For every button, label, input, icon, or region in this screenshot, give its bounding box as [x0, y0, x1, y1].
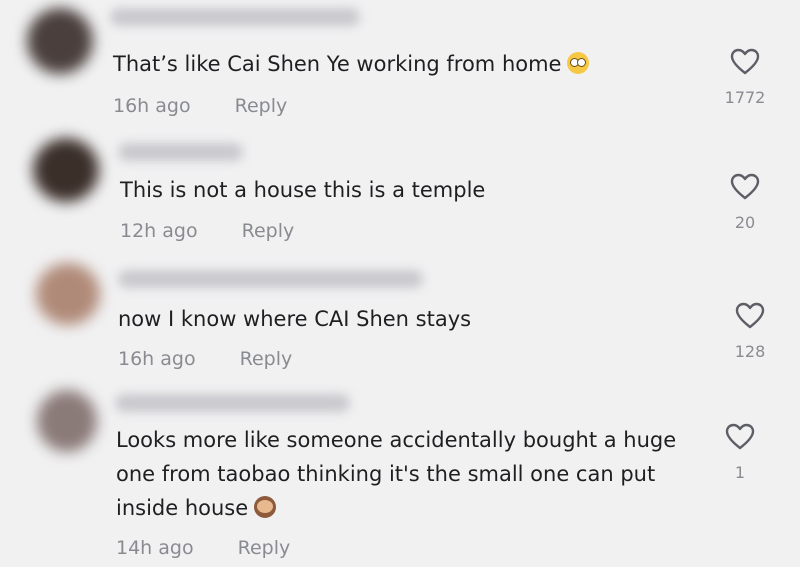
- comment-text-line-with-emoji: inside house: [116, 491, 676, 525]
- heart-outline-icon[interactable]: [725, 423, 755, 451]
- heart-outline-icon[interactable]: [730, 173, 760, 201]
- comment-text-line: Looks more like someone accidentally bou…: [116, 428, 677, 452]
- comment-text: That’s like Cai Shen Ye working from hom…: [113, 47, 590, 81]
- comment-meta: 16h ago Reply: [118, 348, 336, 370]
- comment-item: This is not a house this is a temple 12h…: [0, 130, 800, 255]
- comment-item: Looks more like someone accidentally bou…: [0, 380, 800, 567]
- comment-item: That’s like Cai Shen Ye working from hom…: [0, 0, 800, 130]
- like-count: 1: [734, 463, 746, 482]
- reply-button[interactable]: Reply: [240, 348, 293, 370]
- avatar[interactable]: [36, 263, 100, 325]
- comment-text: now I know where CAI Shen stays: [118, 302, 471, 336]
- like-count: 128: [734, 342, 766, 361]
- comment-time: 16h ago: [118, 348, 196, 370]
- username-blurred[interactable]: [118, 270, 423, 288]
- reply-button[interactable]: Reply: [242, 220, 295, 242]
- heart-outline-icon[interactable]: [730, 48, 760, 76]
- heart-outline-icon[interactable]: [735, 302, 765, 330]
- comment-text-content: now I know where CAI Shen stays: [118, 307, 472, 331]
- see-no-evil-monkey-emoji-icon: [254, 496, 277, 518]
- comment-text-content: That’s like Cai Shen Ye working from hom…: [113, 52, 562, 76]
- like-count: 1772: [724, 88, 766, 107]
- comment-time: 12h ago: [120, 220, 198, 242]
- username-blurred[interactable]: [118, 143, 243, 161]
- reply-button[interactable]: Reply: [238, 537, 291, 559]
- username-blurred[interactable]: [110, 8, 360, 26]
- comment-time: 16h ago: [113, 95, 191, 117]
- avatar[interactable]: [27, 8, 93, 74]
- reply-button[interactable]: Reply: [235, 95, 288, 117]
- username-blurred[interactable]: [115, 394, 350, 412]
- flushed-face-emoji-icon: [567, 52, 590, 74]
- like-control[interactable]: 128: [720, 302, 780, 361]
- like-control[interactable]: 1: [710, 423, 770, 482]
- comment-time: 14h ago: [116, 537, 194, 559]
- comment-text-line: inside house: [116, 496, 249, 520]
- comment-meta: 12h ago Reply: [120, 220, 338, 242]
- comment-text-content: This is not a house this is a temple: [120, 178, 486, 202]
- like-control[interactable]: 1772: [715, 48, 775, 107]
- avatar[interactable]: [33, 138, 99, 202]
- comment-meta: 16h ago Reply: [113, 95, 331, 117]
- comment-item: now I know where CAI Shen stays 16h ago R…: [0, 255, 800, 380]
- comment-text: Looks more like someone accidentally bou…: [116, 423, 676, 525]
- comment-meta: 14h ago Reply: [116, 537, 334, 559]
- comment-text-line: one from taobao thinking it's the small …: [116, 462, 656, 486]
- avatar[interactable]: [37, 390, 97, 452]
- like-control[interactable]: 20: [715, 173, 775, 232]
- like-count: 20: [734, 213, 756, 232]
- comment-text: This is not a house this is a temple: [120, 173, 485, 207]
